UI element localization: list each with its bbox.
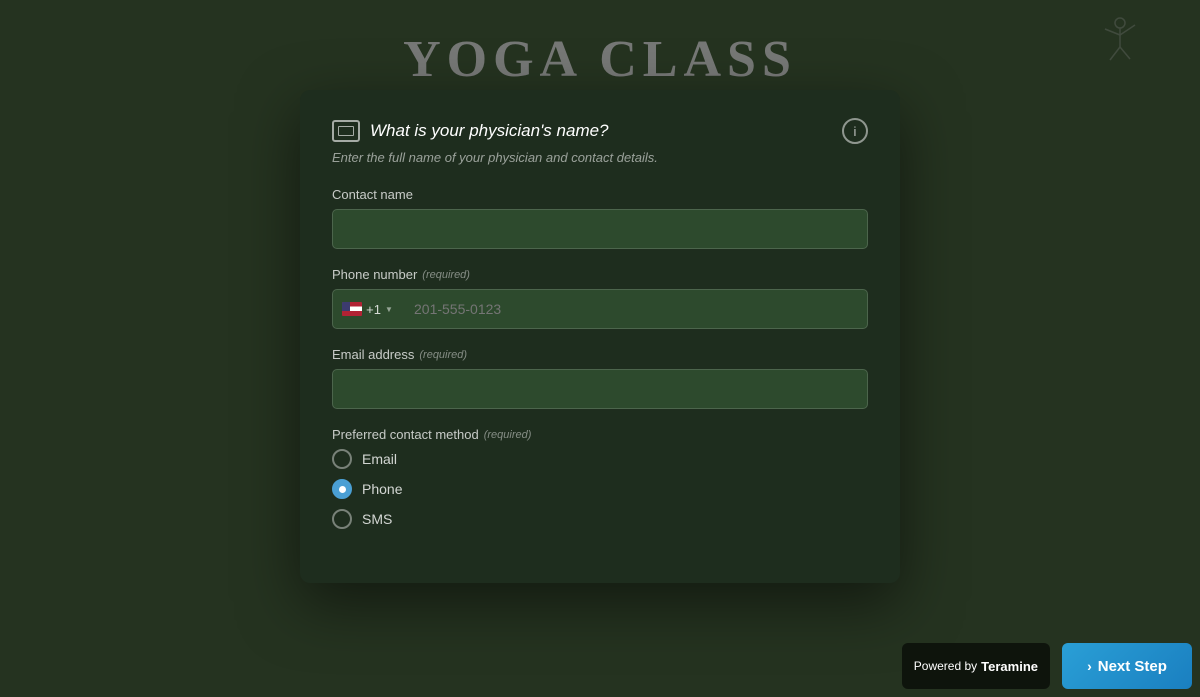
email-required-badge: (required) bbox=[419, 349, 467, 361]
radio-item-sms[interactable]: SMS bbox=[332, 509, 868, 529]
radio-group: Email Phone SMS bbox=[332, 449, 868, 529]
physician-modal: What is your physician's name? i Enter t… bbox=[300, 90, 900, 583]
radio-phone-circle bbox=[332, 479, 352, 499]
radio-phone-label: Phone bbox=[362, 481, 402, 497]
radio-item-phone[interactable]: Phone bbox=[332, 479, 868, 499]
modal-title: What is your physician's name? bbox=[370, 121, 609, 141]
phone-input-group: +1 ▼ bbox=[332, 289, 868, 329]
country-selector[interactable]: +1 ▼ bbox=[332, 289, 402, 329]
modal-header: What is your physician's name? i bbox=[332, 118, 868, 144]
contact-name-label: Contact name bbox=[332, 187, 868, 202]
email-address-group: Email address (required) bbox=[332, 347, 868, 409]
email-address-input[interactable] bbox=[332, 369, 868, 409]
phone-number-group: Phone number (required) +1 ▼ bbox=[332, 267, 868, 329]
radio-email-label: Email bbox=[362, 451, 397, 467]
preferred-contact-label: Preferred contact method (required) bbox=[332, 427, 868, 442]
modal-title-group: What is your physician's name? bbox=[332, 120, 609, 142]
radio-sms-circle bbox=[332, 509, 352, 529]
teramine-brand: Teramine bbox=[981, 659, 1038, 674]
modal-overlay: What is your physician's name? i Enter t… bbox=[0, 0, 1200, 697]
us-flag-icon bbox=[342, 302, 362, 316]
modal-subtitle: Enter the full name of your physician an… bbox=[332, 150, 868, 165]
powered-by-label: Powered by bbox=[914, 659, 977, 673]
radio-item-email[interactable]: Email bbox=[332, 449, 868, 469]
radio-email-circle bbox=[332, 449, 352, 469]
next-arrow-icon: › bbox=[1087, 658, 1092, 674]
preferred-contact-required-badge: (required) bbox=[484, 429, 532, 441]
email-address-label: Email address (required) bbox=[332, 347, 868, 362]
preferred-contact-group: Preferred contact method (required) Emai… bbox=[332, 427, 868, 529]
country-code: +1 bbox=[366, 302, 381, 317]
next-step-label: Next Step bbox=[1098, 658, 1167, 675]
contact-name-input[interactable] bbox=[332, 209, 868, 249]
chevron-down-icon: ▼ bbox=[385, 305, 393, 314]
phone-required-badge: (required) bbox=[422, 269, 470, 281]
info-button[interactable]: i bbox=[842, 118, 868, 144]
contact-name-group: Contact name bbox=[332, 187, 868, 249]
flag-canton bbox=[342, 302, 350, 311]
physician-form-icon bbox=[332, 120, 360, 142]
radio-sms-label: SMS bbox=[362, 511, 392, 527]
powered-by-bar: Powered by Teramine bbox=[902, 643, 1050, 689]
next-step-button[interactable]: › Next Step bbox=[1062, 643, 1192, 689]
phone-number-input[interactable] bbox=[402, 289, 868, 329]
phone-number-label: Phone number (required) bbox=[332, 267, 868, 282]
